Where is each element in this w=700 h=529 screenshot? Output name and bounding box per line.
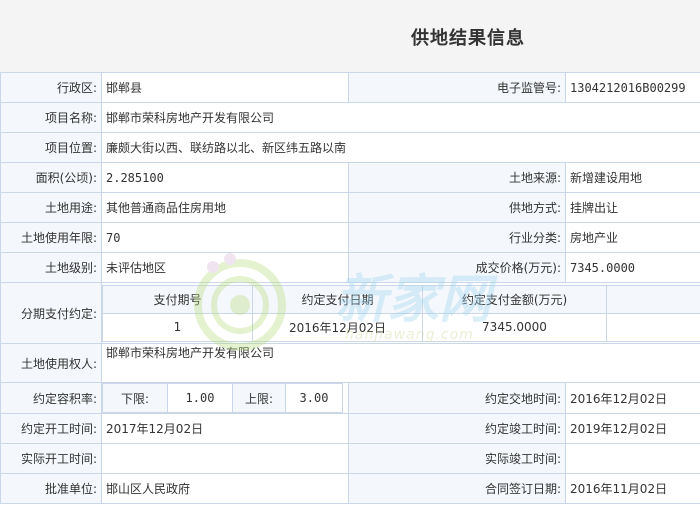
title-bar: 供地结果信息: [0, 0, 700, 73]
district-label: 行政区:: [0, 72, 102, 103]
supervision-no-value: 1304212016B00299: [565, 72, 700, 103]
land-user-value: 邯郸市荣科房地产开发有限公司: [101, 343, 700, 383]
industry-value: 房地产业: [565, 222, 700, 253]
project-location-label: 项目位置:: [0, 132, 102, 163]
area-label: 面积(公顷):: [0, 162, 102, 193]
approval-unit-value: 邯山区人民政府: [101, 473, 349, 504]
agreed-start-time-label: 约定开工时间:: [0, 413, 102, 444]
land-supply-info-table: 行政区: 邯郸县 电子监管号: 1304212016B00299 项目名称: 邯…: [0, 72, 700, 504]
page-title: 供地结果信息: [411, 28, 525, 49]
actual-start-time-value: [101, 443, 349, 474]
use-years-value: 70: [101, 222, 349, 253]
installment-header-amount: 约定支付金额(万元): [422, 284, 607, 314]
plot-ratio-lower-label: 下限:: [102, 383, 168, 413]
supply-method-value: 挂牌出让: [565, 192, 700, 223]
supply-method-label: 供地方式:: [348, 192, 566, 223]
contract-date-label: 合同签订日期:: [348, 473, 566, 504]
district-value: 邯郸县: [101, 72, 349, 103]
plot-ratio-table: 下限: 1.00 上限: 3.00: [102, 383, 343, 413]
land-grade-value: 未评估地区: [101, 252, 349, 283]
supervision-no-label: 电子监管号:: [348, 72, 566, 103]
table-row: 1 2016年12月02日 7345.0000: [102, 312, 700, 342]
land-source-label: 土地来源:: [348, 162, 566, 193]
installment-date: 2016年12月02日: [252, 312, 423, 342]
plot-ratio-lower-value: 1.00: [167, 383, 233, 413]
price-value: 7345.0000: [565, 252, 700, 283]
project-location-value: 廉颇大街以西、联纺路以北、新区纬五路以南: [101, 132, 700, 163]
land-source-value: 新增建设用地: [565, 162, 700, 193]
actual-start-time-label: 实际开工时间:: [0, 443, 102, 474]
land-use-value: 其他普通商品住房用地: [101, 192, 349, 223]
agreed-completion-time-value: 2019年12月02日: [565, 413, 700, 444]
installment-header-empty: [606, 284, 700, 314]
installment-header-period: 支付期号: [102, 284, 253, 314]
installment-empty: [606, 312, 700, 342]
plot-ratio-label: 约定容积率:: [0, 382, 102, 414]
agreed-completion-time-label: 约定竣工时间:: [348, 413, 566, 444]
plot-ratio-upper-value: 3.00: [285, 383, 343, 413]
land-user-label: 土地使用权人:: [0, 343, 102, 383]
installment-period: 1: [102, 312, 253, 342]
plot-ratio-cell: 下限: 1.00 上限: 3.00: [101, 382, 349, 414]
land-use-label: 土地用途:: [0, 192, 102, 223]
project-name-value: 邯郸市荣科房地产开发有限公司: [101, 102, 700, 133]
page: 供地结果信息 行政区: 邯郸县 电子监管号: 1304212016B00299 …: [0, 0, 700, 529]
agreed-start-time-value: 2017年12月02日: [101, 413, 349, 444]
installment-cell: 支付期号 约定支付日期 约定支付金额(万元) 1 2016年12月02日 734…: [101, 282, 700, 344]
project-name-label: 项目名称:: [0, 102, 102, 133]
installment-table: 支付期号 约定支付日期 约定支付金额(万元) 1 2016年12月02日 734…: [102, 284, 700, 342]
price-label: 成交价格(万元):: [348, 252, 566, 283]
agreed-delivery-time-value: 2016年12月02日: [565, 382, 700, 414]
installment-amount: 7345.0000: [422, 312, 607, 342]
actual-completion-time-value: [565, 443, 700, 474]
approval-unit-label: 批准单位:: [0, 473, 102, 504]
installment-label: 分期支付约定:: [0, 282, 102, 344]
use-years-label: 土地使用年限:: [0, 222, 102, 253]
actual-completion-time-label: 实际竣工时间:: [348, 443, 566, 474]
installment-header-date: 约定支付日期: [252, 284, 423, 314]
industry-label: 行业分类:: [348, 222, 566, 253]
contract-date-value: 2016年11月02日: [565, 473, 700, 504]
area-value: 2.285100: [101, 162, 349, 193]
plot-ratio-upper-label: 上限:: [232, 383, 286, 413]
agreed-delivery-time-label: 约定交地时间:: [348, 382, 566, 414]
land-grade-label: 土地级别:: [0, 252, 102, 283]
